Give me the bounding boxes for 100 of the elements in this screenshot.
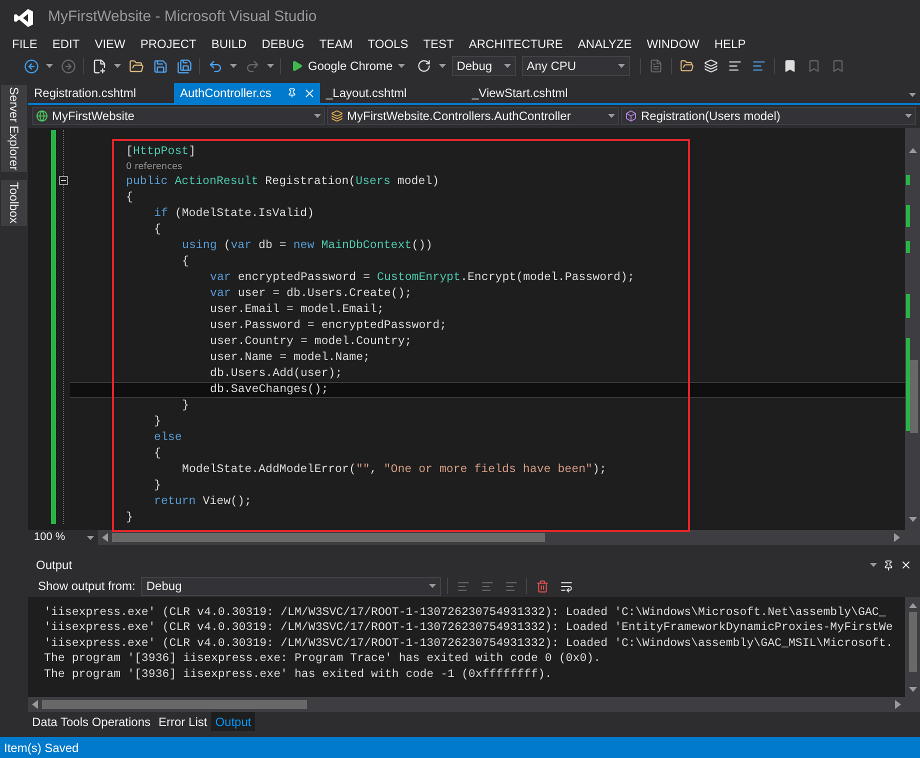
menu-item[interactable]: HELP [714, 38, 746, 50]
code-line: using (var db = new MainDbContext()) [182, 240, 433, 252]
status-text: Item(s) Saved [4, 740, 79, 756]
scroll-right-icon[interactable] [894, 533, 900, 542]
globe-icon [36, 110, 48, 122]
scroll-up-icon[interactable] [908, 148, 916, 153]
forward-icon[interactable] [59, 57, 77, 75]
code-line: if (ModelState.IsValid) [154, 208, 314, 220]
output-line: 'iisexpress.exe' (CLR v4.0.30319: /LM/W3SVC/17/ROOT-1-130726230754931332): Loaded 'C:\Windows\assembly\GAC_MSIL\Microsoft. [44, 638, 893, 650]
code-line: [HttpPost] [126, 146, 196, 158]
run-button[interactable]: Google Chrome [287, 56, 409, 76]
pin-icon[interactable] [883, 560, 894, 570]
project-dropdown[interactable]: MyFirstWebsite [32, 107, 325, 125]
caret-icon [267, 64, 274, 68]
platform-dropdown[interactable]: Any CPU [522, 56, 630, 76]
vertical-scrollbar[interactable] [905, 128, 920, 530]
menu-item[interactable]: EDIT [52, 38, 80, 50]
zoom-dropdown[interactable]: 100 % [28, 530, 98, 545]
menu-item[interactable]: FILE [12, 38, 38, 50]
code-line: { [182, 256, 189, 268]
scroll-up-icon[interactable] [908, 603, 916, 608]
menu-item[interactable]: PROJECT [140, 38, 196, 50]
side-tab[interactable]: Toolbox [1, 180, 27, 226]
menu-item[interactable]: WINDOW [646, 38, 700, 50]
scroll-left-icon[interactable] [32, 700, 38, 709]
code-line: { [126, 192, 133, 204]
code-line: user.Email = model.Email; [210, 304, 384, 316]
caret-icon [504, 64, 511, 68]
app-logo-icon [14, 8, 34, 28]
back-icon[interactable] [22, 57, 40, 75]
vertical-scrollbar[interactable] [905, 597, 920, 712]
caret-icon [909, 93, 916, 97]
caret-icon [618, 64, 625, 68]
panel-title: Output [36, 557, 72, 574]
menu-item[interactable]: ARCHITECTURE [468, 38, 563, 50]
code-line: public ActionResult Registration(Users model) [126, 176, 440, 188]
menu-item[interactable]: TEAM [319, 38, 353, 50]
code-line: user.Country = model.Country; [210, 336, 412, 348]
menu-item[interactable]: VIEW [94, 38, 126, 50]
type-dropdown[interactable]: MyFirstWebsite.Controllers.AuthController [327, 107, 619, 125]
code-line: ModelState.AddModelError("", "One or more fields have been"); [182, 464, 606, 476]
output-source-dropdown[interactable]: Debug [141, 576, 442, 596]
class-icon [331, 110, 343, 122]
caret-icon [87, 536, 94, 540]
code-line: var user = db.Users.Create(); [210, 288, 412, 300]
source-label: Show output from: [38, 578, 136, 595]
caret-icon [870, 563, 877, 567]
save-all-icon[interactable] [175, 57, 193, 75]
horizontal-scrollbar-thumb[interactable] [112, 533, 545, 542]
code-line: user.Password = encryptedPassword; [210, 320, 447, 332]
caret-icon [114, 64, 121, 68]
scroll-down-icon[interactable] [908, 517, 916, 522]
scroll-left-icon[interactable] [102, 533, 108, 542]
code-line: db.SaveChanges(); [210, 384, 328, 396]
layers-icon[interactable] [702, 57, 720, 75]
code-line: var encryptedPassword = CustomEnrypt.Encrypt(model.Password); [210, 272, 634, 284]
side-tab[interactable]: Server Explorer [1, 85, 27, 172]
caret-icon [314, 114, 321, 118]
panel-tab[interactable]: Data Tools Operations [28, 712, 155, 731]
output-line: 'iisexpress.exe' (CLR v4.0.30319: /LM/W3SVC/17/ROOT-1-130726230754931332): Loaded 'EntityFrameworkDynamicProxies-MyFirstWe [44, 622, 893, 634]
caret-icon [46, 64, 53, 68]
code-line: db.Users.Add(user); [210, 368, 342, 380]
member-dropdown[interactable]: Registration(Users model) [621, 107, 916, 125]
window-title: MyFirstWebsite - Microsoft Visual Studio [48, 7, 317, 28]
play-icon [291, 60, 303, 72]
menu-item[interactable]: ANALYZE [578, 38, 632, 50]
code-line: } [154, 416, 161, 428]
code-lens-text[interactable]: 0 references [126, 162, 182, 172]
caret-icon [230, 64, 237, 68]
output-line: 'iisexpress.exe' (CLR v4.0.30319: /LM/W3SVC/17/ROOT-1-130726230754931332): Loaded 'C:\Windows\Microsoft.Net\assembly\GAC_ [44, 606, 886, 619]
scroll-right-icon[interactable] [895, 700, 901, 709]
code-line: { [154, 448, 161, 460]
code-line: user.Name = model.Name; [210, 352, 370, 364]
caret-icon [429, 584, 436, 588]
code-line: return View(); [154, 496, 252, 508]
caret-icon [438, 64, 446, 68]
code-line: { [154, 224, 161, 236]
caret-icon [608, 114, 615, 118]
code-line: } [182, 400, 189, 412]
menu-item[interactable]: DEBUG [262, 38, 304, 50]
caret-icon [905, 114, 912, 118]
document-tab[interactable]: _Layout.cshtml [320, 83, 466, 103]
horizontal-scrollbar-thumb[interactable] [42, 700, 307, 709]
document-tab[interactable]: _ViewStart.cshtml [466, 83, 612, 103]
collapse-icon[interactable] [59, 176, 68, 185]
caret-icon [398, 64, 405, 68]
output-line: The program '[3936] iisexpress.exe' has exited with code -1 (0xffffffff). [44, 668, 552, 681]
code-line: } [154, 480, 161, 492]
panel-tab[interactable]: Error List [154, 712, 212, 731]
code-line: } [126, 512, 133, 524]
scrollbar-thumb[interactable] [910, 360, 918, 433]
close-icon[interactable] [900, 559, 912, 571]
panel-tab[interactable]: Output [211, 712, 256, 731]
menu-item[interactable]: TOOLS [368, 38, 408, 50]
scroll-down-icon[interactable] [908, 687, 916, 692]
configuration-dropdown[interactable]: Debug [452, 56, 516, 76]
cube-icon [625, 110, 637, 122]
menu-item[interactable]: BUILD [211, 38, 247, 50]
document-tab[interactable]: Registration.cshtml [28, 83, 174, 103]
menu-item[interactable]: TEST [423, 38, 454, 50]
